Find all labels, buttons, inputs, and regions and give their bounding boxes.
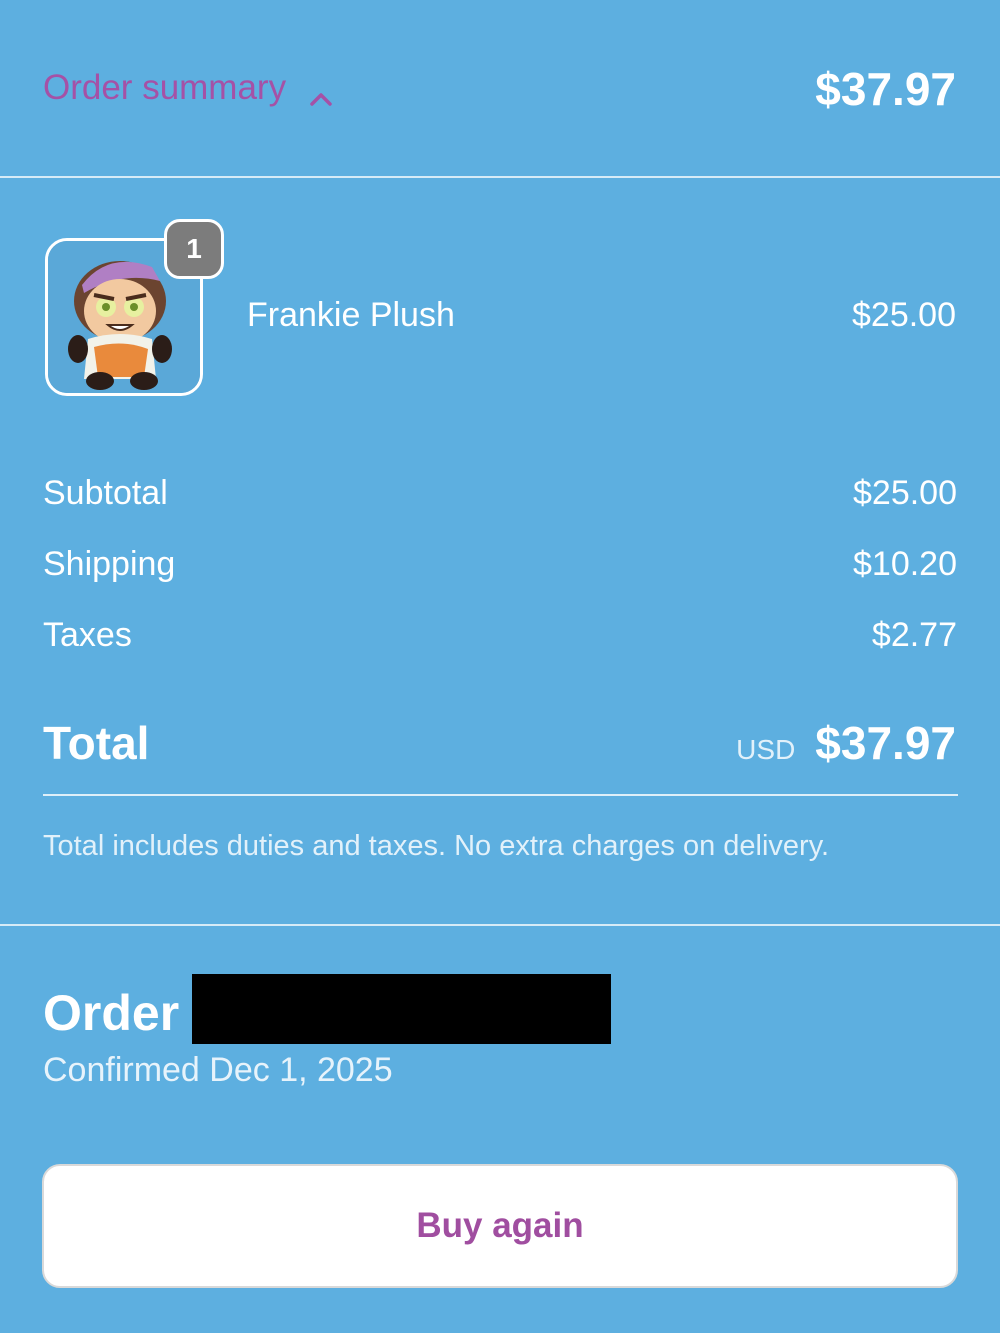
shipping-value: $10.20	[853, 545, 957, 583]
buy-again-button[interactable]: Buy again	[42, 1164, 958, 1288]
divider	[0, 176, 1000, 178]
total-amount: USD $37.97	[736, 716, 956, 770]
header-total-price: $37.97	[815, 63, 956, 115]
product-price: $25.00	[852, 296, 956, 334]
taxes-label: Taxes	[43, 616, 132, 654]
divider	[43, 794, 958, 796]
redacted-order-number	[192, 974, 611, 1044]
subtotal-label: Subtotal	[43, 474, 168, 512]
divider	[0, 924, 1000, 926]
order-summary-label: Order summary	[43, 68, 287, 107]
shipping-label: Shipping	[43, 545, 176, 583]
currency-code: USD	[736, 734, 796, 765]
duties-note: Total includes duties and taxes. No extr…	[43, 830, 830, 862]
taxes-value: $2.77	[871, 616, 957, 654]
subtotal-value: $25.00	[853, 474, 957, 512]
confirmed-date: Confirmed Dec 1, 2025	[43, 1051, 393, 1089]
product-name: Frankie Plush	[247, 296, 455, 334]
total-value: $37.97	[815, 717, 956, 769]
order-summary-toggle[interactable]: Order summary	[43, 68, 334, 108]
order-title: Order	[43, 985, 180, 1041]
chevron-up-icon	[308, 78, 334, 106]
total-label: Total	[43, 717, 150, 769]
quantity-badge: 1	[164, 219, 224, 279]
order-summary-header: Order summary $37.97	[0, 0, 1000, 176]
